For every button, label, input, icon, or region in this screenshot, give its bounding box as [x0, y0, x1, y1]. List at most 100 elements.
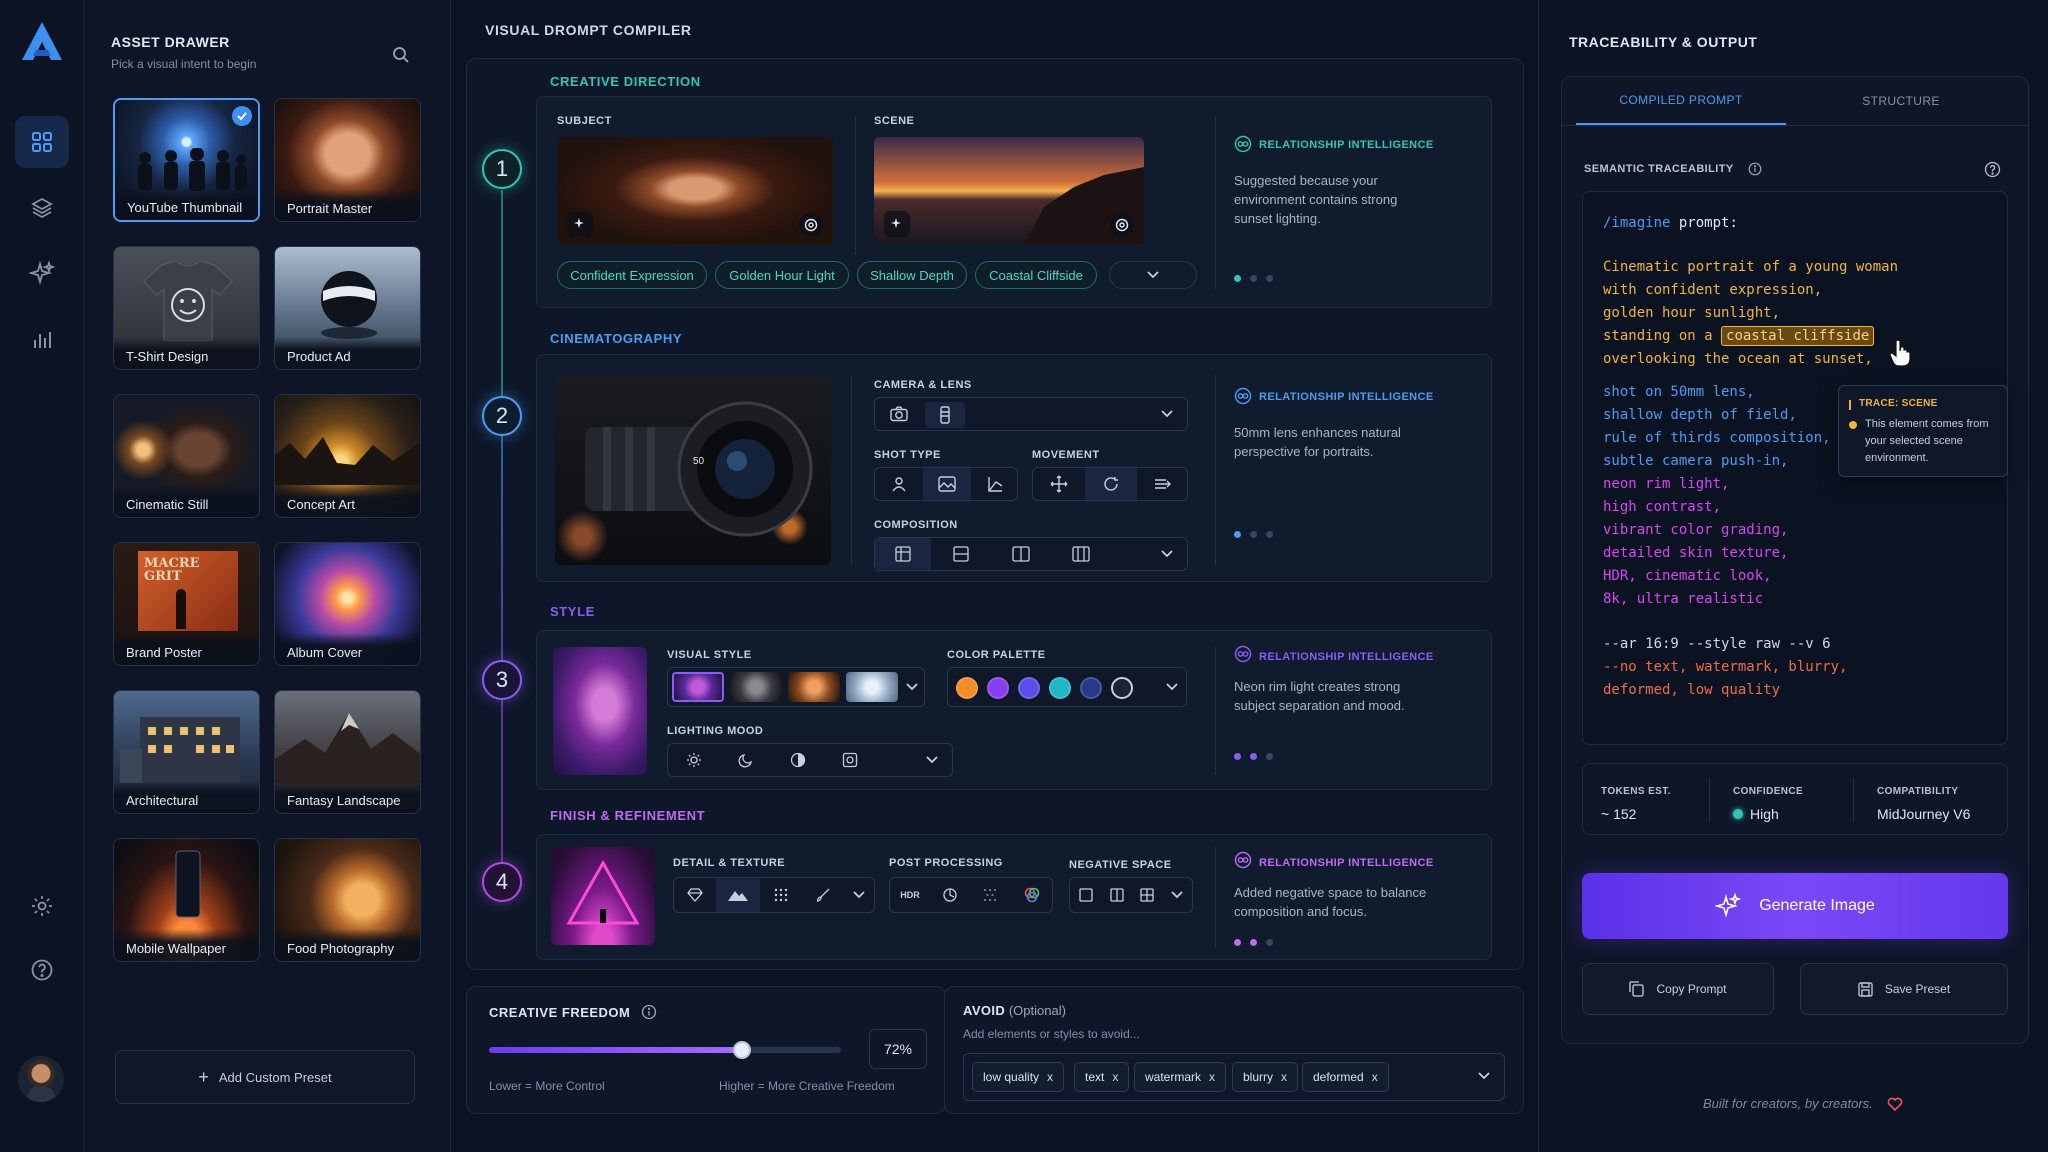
chip-coastal-cliffside[interactable]: Coastal Cliffside	[975, 261, 1097, 289]
search-icon[interactable]	[392, 46, 410, 64]
camera-lens-select[interactable]	[874, 397, 1188, 431]
chip-golden-hour-light[interactable]: Golden Hour Light	[715, 261, 849, 289]
palette-swatch[interactable]	[956, 677, 978, 699]
chevron-down-icon[interactable]	[1147, 538, 1187, 570]
orbit-move-icon[interactable]	[1085, 468, 1137, 500]
pan-move-icon[interactable]	[1033, 468, 1085, 500]
help-icon[interactable]	[15, 944, 69, 996]
chevron-down-icon[interactable]	[1478, 1072, 1490, 1080]
color-palette-select[interactable]	[947, 667, 1187, 707]
bar-chart-icon[interactable]	[15, 314, 69, 366]
palette-swatch[interactable]	[1080, 677, 1102, 699]
info-icon[interactable]	[641, 1004, 657, 1020]
split-horizontal-icon[interactable]	[931, 538, 991, 570]
angle-shot-icon[interactable]	[971, 468, 1019, 500]
palette-swatch[interactable]	[1049, 677, 1071, 699]
diamond-icon[interactable]	[674, 878, 716, 912]
user-avatar[interactable]	[18, 1056, 64, 1102]
avoid-input[interactable]: low quality x text x watermark x blurry x de…	[963, 1053, 1505, 1101]
visual-style-select[interactable]	[667, 667, 925, 707]
contrast-icon[interactable]	[772, 744, 824, 776]
chip-shallow-depth[interactable]: Shallow Depth	[857, 261, 967, 289]
style-swatch-warm[interactable]	[788, 672, 840, 702]
chevron-down-icon[interactable]	[1147, 398, 1187, 430]
landscape-shot-icon[interactable]	[923, 468, 971, 500]
frame-icon[interactable]	[1070, 878, 1102, 912]
preset-fantasy-landscape[interactable]: Fantasy Landscape	[274, 690, 421, 814]
help-icon[interactable]	[1984, 161, 2001, 178]
quad-frame-icon[interactable]	[1132, 878, 1162, 912]
preset-tshirt-design[interactable]: T-Shirt Design	[113, 246, 260, 370]
carousel-dots[interactable]	[1234, 933, 1282, 951]
camera-icon[interactable]	[875, 398, 923, 430]
style-reference-image[interactable]	[553, 647, 647, 775]
preset-food-photography[interactable]: Food Photography	[274, 838, 421, 962]
carousel-dots[interactable]	[1234, 525, 1282, 543]
layers-icon[interactable]	[15, 182, 69, 234]
remove-tag-icon[interactable]: x	[1047, 1070, 1053, 1084]
palette-swatch[interactable]	[1018, 677, 1040, 699]
save-preset-button[interactable]: Save Preset	[1800, 963, 2008, 1015]
noise-icon[interactable]	[970, 878, 1010, 912]
preset-brand-poster[interactable]: MACRE GRIT Brand Poster	[113, 542, 260, 666]
settings-target-icon[interactable]	[1110, 213, 1134, 237]
carousel-dots[interactable]	[1234, 269, 1282, 287]
moon-icon[interactable]	[720, 744, 772, 776]
trace-highlight-coastal-cliffside[interactable]: coastal cliffside	[1721, 326, 1875, 346]
chevron-down-icon[interactable]	[844, 878, 874, 912]
avoid-tag[interactable]: text x	[1074, 1062, 1130, 1092]
generate-image-button[interactable]: Generate Image	[1582, 873, 2008, 939]
mountain-texture-icon[interactable]	[716, 878, 760, 912]
freedom-slider-track[interactable]	[489, 1041, 841, 1059]
split-vertical-icon[interactable]	[991, 538, 1051, 570]
settings-gear-icon[interactable]	[15, 880, 69, 932]
preset-architectural[interactable]: Architectural	[113, 690, 260, 814]
composition-select[interactable]	[874, 537, 1188, 571]
info-icon[interactable]	[1748, 162, 1762, 176]
settings-target-icon[interactable]	[799, 213, 823, 237]
grid-icon[interactable]	[15, 116, 69, 168]
person-shot-icon[interactable]	[875, 468, 923, 500]
avoid-tag[interactable]: deformed x	[1302, 1062, 1389, 1092]
remove-tag-icon[interactable]: x	[1372, 1070, 1378, 1084]
avoid-tag[interactable]: blurry x	[1232, 1062, 1299, 1092]
lens-icon[interactable]	[925, 402, 965, 428]
brush-icon[interactable]	[802, 878, 844, 912]
studio-light-icon[interactable]	[824, 744, 876, 776]
exposure-icon[interactable]	[930, 878, 970, 912]
preset-product-ad[interactable]: Product Ad	[274, 246, 421, 370]
freedom-value[interactable]: 72%	[869, 1029, 927, 1069]
preset-cinematic-still[interactable]: Cinematic Still	[113, 394, 260, 518]
finish-reference-image[interactable]	[551, 847, 655, 945]
avoid-tag[interactable]: watermark x	[1134, 1062, 1227, 1092]
copy-prompt-button[interactable]: Copy Prompt	[1582, 963, 1774, 1015]
preset-youtube-thumbnail[interactable]: YouTube Thumbnail	[113, 98, 260, 222]
style-swatch-pastel[interactable]	[846, 672, 898, 702]
palette-swatch[interactable]	[987, 677, 1009, 699]
tab-compiled-prompt[interactable]: COMPILED PROMPT	[1576, 77, 1786, 125]
preset-mobile-wallpaper[interactable]: Mobile Wallpaper	[113, 838, 260, 962]
subject-image[interactable]	[557, 137, 833, 245]
chevron-down-icon[interactable]	[1158, 668, 1186, 706]
lens-image[interactable]: 50	[555, 375, 831, 565]
magic-sparkle-icon[interactable]	[567, 211, 593, 237]
dolly-move-icon[interactable]	[1137, 468, 1189, 500]
freedom-slider-thumb[interactable]	[733, 1041, 752, 1059]
style-swatch-mono[interactable]	[730, 672, 782, 702]
scene-image[interactable]	[874, 137, 1144, 245]
preset-portrait-master[interactable]: Portrait Master	[274, 98, 421, 222]
hdr-toggle[interactable]: HDR	[890, 878, 930, 912]
preset-album-cover[interactable]: Album Cover	[274, 542, 421, 666]
add-custom-preset-button[interactable]: + Add Custom Preset	[115, 1050, 415, 1104]
chip-confident-expression[interactable]: Confident Expression	[557, 261, 707, 289]
negative-space-select[interactable]	[1069, 877, 1193, 913]
chevron-down-icon[interactable]	[912, 744, 952, 776]
palette-swatch[interactable]	[1111, 677, 1133, 699]
carousel-dots[interactable]	[1234, 747, 1282, 765]
chevron-down-icon[interactable]	[1162, 878, 1192, 912]
preset-concept-art[interactable]: Concept Art	[274, 394, 421, 518]
tab-structure[interactable]: STRUCTURE	[1796, 77, 2006, 125]
color-grade-icon[interactable]	[1010, 878, 1054, 912]
dots-grain-icon[interactable]	[760, 878, 802, 912]
remove-tag-icon[interactable]: x	[1209, 1070, 1215, 1084]
